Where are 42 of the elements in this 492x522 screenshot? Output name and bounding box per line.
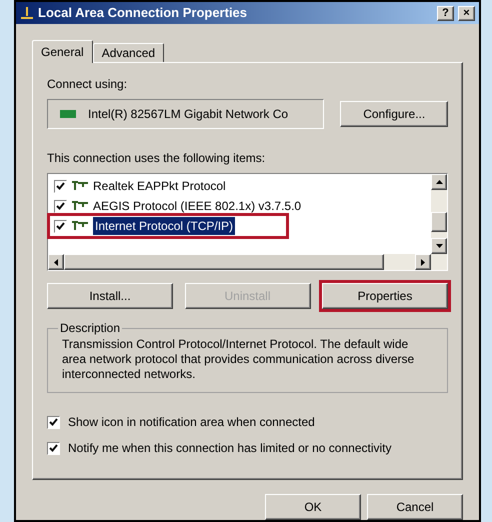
option-label: Notify me when this connection has limited or no connectivity bbox=[68, 440, 392, 457]
cancel-button[interactable]: Cancel bbox=[367, 494, 463, 520]
adapter-field: Intel(R) 82567LM Gigabit Network Co bbox=[47, 99, 324, 129]
scroll-down-button[interactable] bbox=[431, 238, 447, 254]
scroll-thumb[interactable] bbox=[431, 212, 447, 232]
close-button[interactable]: × bbox=[458, 6, 475, 20]
list-action-button[interactable]: Install... bbox=[47, 283, 173, 309]
list-action-button[interactable]: Properties bbox=[322, 283, 448, 309]
checkbox[interactable] bbox=[47, 442, 60, 454]
checkmark-icon bbox=[49, 418, 58, 426]
checkbox[interactable] bbox=[54, 200, 67, 212]
description-title: Description bbox=[59, 320, 122, 337]
checkmark-icon bbox=[56, 222, 65, 230]
window-title: Local Area Connection Properties bbox=[38, 4, 248, 22]
checkmark-icon bbox=[56, 182, 65, 190]
network-icon bbox=[20, 6, 34, 20]
scroll-right-button[interactable] bbox=[415, 254, 431, 270]
left-arrow-icon bbox=[54, 258, 58, 266]
checkmark-icon bbox=[56, 202, 65, 210]
right-arrow-icon bbox=[421, 258, 425, 266]
network-protocol-icon bbox=[71, 201, 89, 211]
protocol-item[interactable]: Realtek EAPPkt Protocol bbox=[54, 176, 431, 196]
ok-button[interactable]: OK bbox=[265, 494, 361, 520]
checkbox[interactable] bbox=[47, 416, 60, 428]
up-arrow-icon bbox=[436, 180, 442, 184]
network-protocol-icon bbox=[71, 181, 89, 191]
connect-using-label: Connect using: bbox=[47, 76, 128, 93]
description-text: Transmission Control Protocol/Internet Protocol. The default wide area network protocol that provides communication across diverse interconnected networks. bbox=[62, 337, 416, 382]
network-card-icon bbox=[60, 109, 76, 119]
tab[interactable]: Advanced bbox=[92, 43, 164, 62]
help-button[interactable]: ? bbox=[437, 6, 454, 20]
checkmark-icon bbox=[49, 444, 58, 452]
scroll-thumb[interactable] bbox=[64, 254, 384, 270]
network-protocol-icon bbox=[71, 221, 89, 231]
option-label: Show icon in notification area when connected bbox=[68, 414, 315, 431]
tab[interactable]: General bbox=[32, 40, 93, 63]
scroll-left-button[interactable] bbox=[48, 254, 64, 270]
configure-button[interactable]: Configure... bbox=[340, 101, 448, 127]
items-label: This connection uses the following items: bbox=[47, 150, 266, 167]
protocol-item[interactable]: AEGIS Protocol (IEEE 802.1x) v3.7.5.0 bbox=[54, 196, 431, 216]
scroll-up-button[interactable] bbox=[431, 174, 447, 190]
down-arrow-icon bbox=[436, 244, 442, 248]
